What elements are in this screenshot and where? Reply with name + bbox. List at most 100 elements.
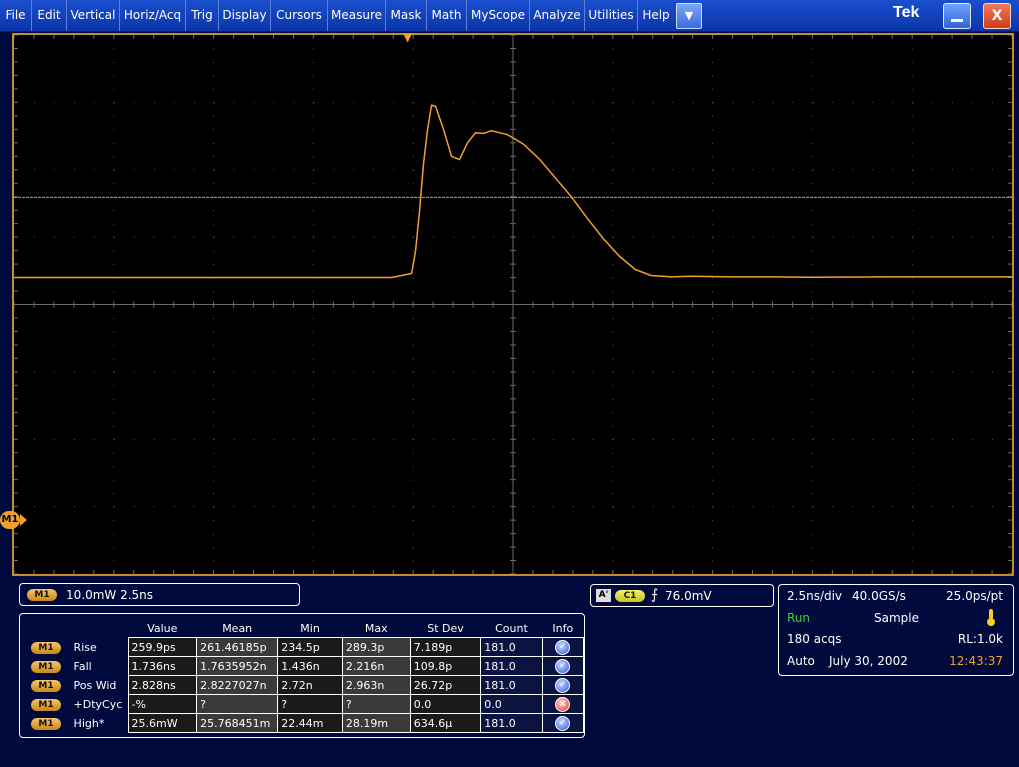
ref-arrow-icon	[20, 514, 27, 526]
menu-mask[interactable]: Mask	[386, 0, 427, 31]
measurement-max: 28.19m	[341, 713, 411, 733]
measurement-stdev: 7.189p	[409, 637, 482, 657]
info-cell[interactable]: ✓	[541, 675, 585, 695]
measurement-stdev: 109.8p	[409, 656, 482, 676]
info-cell[interactable]: ✓	[541, 713, 585, 733]
menu-bar: File Edit Vertical Horiz/Acq Trig Displa…	[0, 0, 1019, 32]
row-badge-cell: M1	[28, 714, 71, 733]
error-info-icon[interactable]: ×	[555, 697, 571, 712]
col-max: Max	[364, 622, 388, 635]
c1-badge: C1	[615, 590, 645, 602]
measurement-name: High*	[73, 716, 105, 730]
m1-badge: M1	[31, 642, 61, 654]
menu-dropdown-button[interactable]: ▼	[676, 3, 702, 29]
measurement-value: 25.6mW	[127, 713, 198, 733]
info-icon[interactable]: ✓	[555, 640, 571, 655]
row-badge-cell: M1	[28, 676, 71, 695]
acq-date: July 30, 2002	[829, 654, 908, 668]
info-cell[interactable]: ✓	[541, 637, 585, 657]
col-stdev: St Dev	[427, 622, 464, 635]
info-cell[interactable]: ×	[541, 694, 585, 714]
menu-edit[interactable]: Edit	[32, 0, 67, 31]
tek-logo: Tek	[893, 4, 920, 21]
menu-utilities[interactable]: Utilities	[585, 0, 638, 31]
menu-math[interactable]: Math	[427, 0, 467, 31]
measurement-mean: 25.768451m	[196, 713, 279, 733]
measurement-stdev: 634.6µ	[409, 713, 482, 733]
channel-readout[interactable]: M1 10.0mW 2.5ns	[19, 583, 300, 606]
rising-edge-icon: ⨍	[651, 587, 659, 603]
row-badge-cell: M1	[28, 657, 71, 676]
table-row[interactable]: M1 Rise 259.9ps 261.46185p 234.5p 289.3p 7.189…	[28, 637, 585, 657]
waveform-chart	[14, 35, 1012, 574]
info-icon[interactable]: ✓	[555, 678, 571, 693]
minimize-button[interactable]	[943, 3, 971, 29]
table-row[interactable]: M1 Fall 1.736ns 1.7635952n 1.436n 2.216n 109.8…	[28, 656, 585, 676]
measurement-stdev: 0.0	[409, 694, 482, 714]
menu-vertical[interactable]: Vertical	[67, 0, 120, 31]
row-badge-cell: M1	[28, 638, 71, 657]
menu-display[interactable]: Display	[219, 0, 271, 31]
thermometer-bulb-icon	[987, 618, 995, 626]
waveform-display[interactable]	[12, 33, 1014, 576]
measurement-mean: 1.7635952n	[196, 656, 279, 676]
measurement-mean: ?	[196, 694, 279, 714]
measurement-min: 234.5p	[277, 637, 343, 657]
trigger-level: 76.0mV	[665, 589, 712, 603]
measurement-max: 289.3p	[341, 637, 411, 657]
table-row[interactable]: M1 Pos Wid 2.828ns 2.8227027n 2.72n 2.963n 26.…	[28, 675, 585, 695]
menu-file[interactable]: File	[0, 0, 32, 31]
measurement-max: ?	[341, 694, 411, 714]
m1-badge: M1	[27, 589, 57, 601]
row-badge-cell: M1	[28, 695, 71, 714]
measurement-name: Rise	[73, 640, 97, 654]
table-row[interactable]: M1 +DtyCyc -%??? 0.0 0.0 ×	[28, 694, 585, 714]
info-cell[interactable]: ✓	[541, 656, 585, 676]
menu-horiz-acq[interactable]: Horiz/Acq	[120, 0, 186, 31]
measurement-name: Fall	[73, 659, 92, 673]
measurement-min: 22.44m	[277, 713, 343, 733]
trigger-readout[interactable]: A' C1 ⨍ 76.0mV	[590, 584, 774, 607]
measurement-max: 2.216n	[341, 656, 411, 676]
col-min: Min	[300, 622, 320, 635]
menu-help[interactable]: Help	[638, 0, 674, 31]
measurement-panel[interactable]: Value Mean Min Max St Dev Count Info M1 R…	[19, 613, 585, 738]
menu-myscope[interactable]: MyScope	[467, 0, 530, 31]
info-icon[interactable]: ✓	[555, 716, 571, 731]
m1-ref-marker[interactable]: M1	[0, 511, 20, 529]
table-header-row: Value Mean Min Max St Dev Count Info	[28, 620, 584, 638]
measurement-count: 181.0	[480, 656, 543, 676]
run-state: Run	[787, 611, 811, 625]
menu-measure[interactable]: Measure	[328, 0, 386, 31]
measurement-table: Value Mean Min Max St Dev Count Info M1 R…	[28, 620, 585, 733]
col-value: Value	[147, 622, 178, 635]
measurement-min: ?	[277, 694, 343, 714]
col-info: Info	[552, 622, 574, 635]
trigger-position-marker[interactable]: ▼	[403, 30, 412, 44]
measurement-count: 181.0	[480, 713, 543, 733]
resolution: 25.0ps/pt	[946, 589, 1003, 603]
acq-time: 12:43:37	[949, 654, 1003, 668]
measurement-mean: 2.8227027n	[196, 675, 279, 695]
measurement-count: 181.0	[480, 675, 543, 695]
measurement-stdev: 26.72p	[409, 675, 482, 695]
acq-count: 180 acqs	[787, 632, 842, 646]
measurement-max: 2.963n	[341, 675, 411, 695]
minimize-icon	[951, 19, 963, 22]
close-button[interactable]: X	[983, 3, 1011, 29]
m1-badge: M1	[31, 661, 61, 673]
measurement-mean: 261.46185p	[196, 637, 279, 657]
trigger-mode: Auto	[787, 654, 815, 668]
col-count: Count	[495, 622, 528, 635]
m1-badge: M1	[31, 699, 61, 711]
menu-cursors[interactable]: Cursors	[271, 0, 328, 31]
table-row[interactable]: M1 High* 25.6mW 25.768451m 22.44m 28.19m 634.6…	[28, 713, 585, 733]
acquisition-readout[interactable]: 2.5ns/div 40.0GS/s 25.0ps/pt Run Sample …	[778, 584, 1014, 676]
menu-trig[interactable]: Trig	[186, 0, 219, 31]
timebase: 2.5ns/div	[787, 589, 843, 603]
m1-badge: M1	[31, 718, 61, 730]
measurement-value: 1.736ns	[127, 656, 198, 676]
record-length: RL:1.0k	[957, 632, 1003, 646]
info-icon[interactable]: ✓	[555, 659, 571, 674]
menu-analyze[interactable]: Analyze	[530, 0, 585, 31]
